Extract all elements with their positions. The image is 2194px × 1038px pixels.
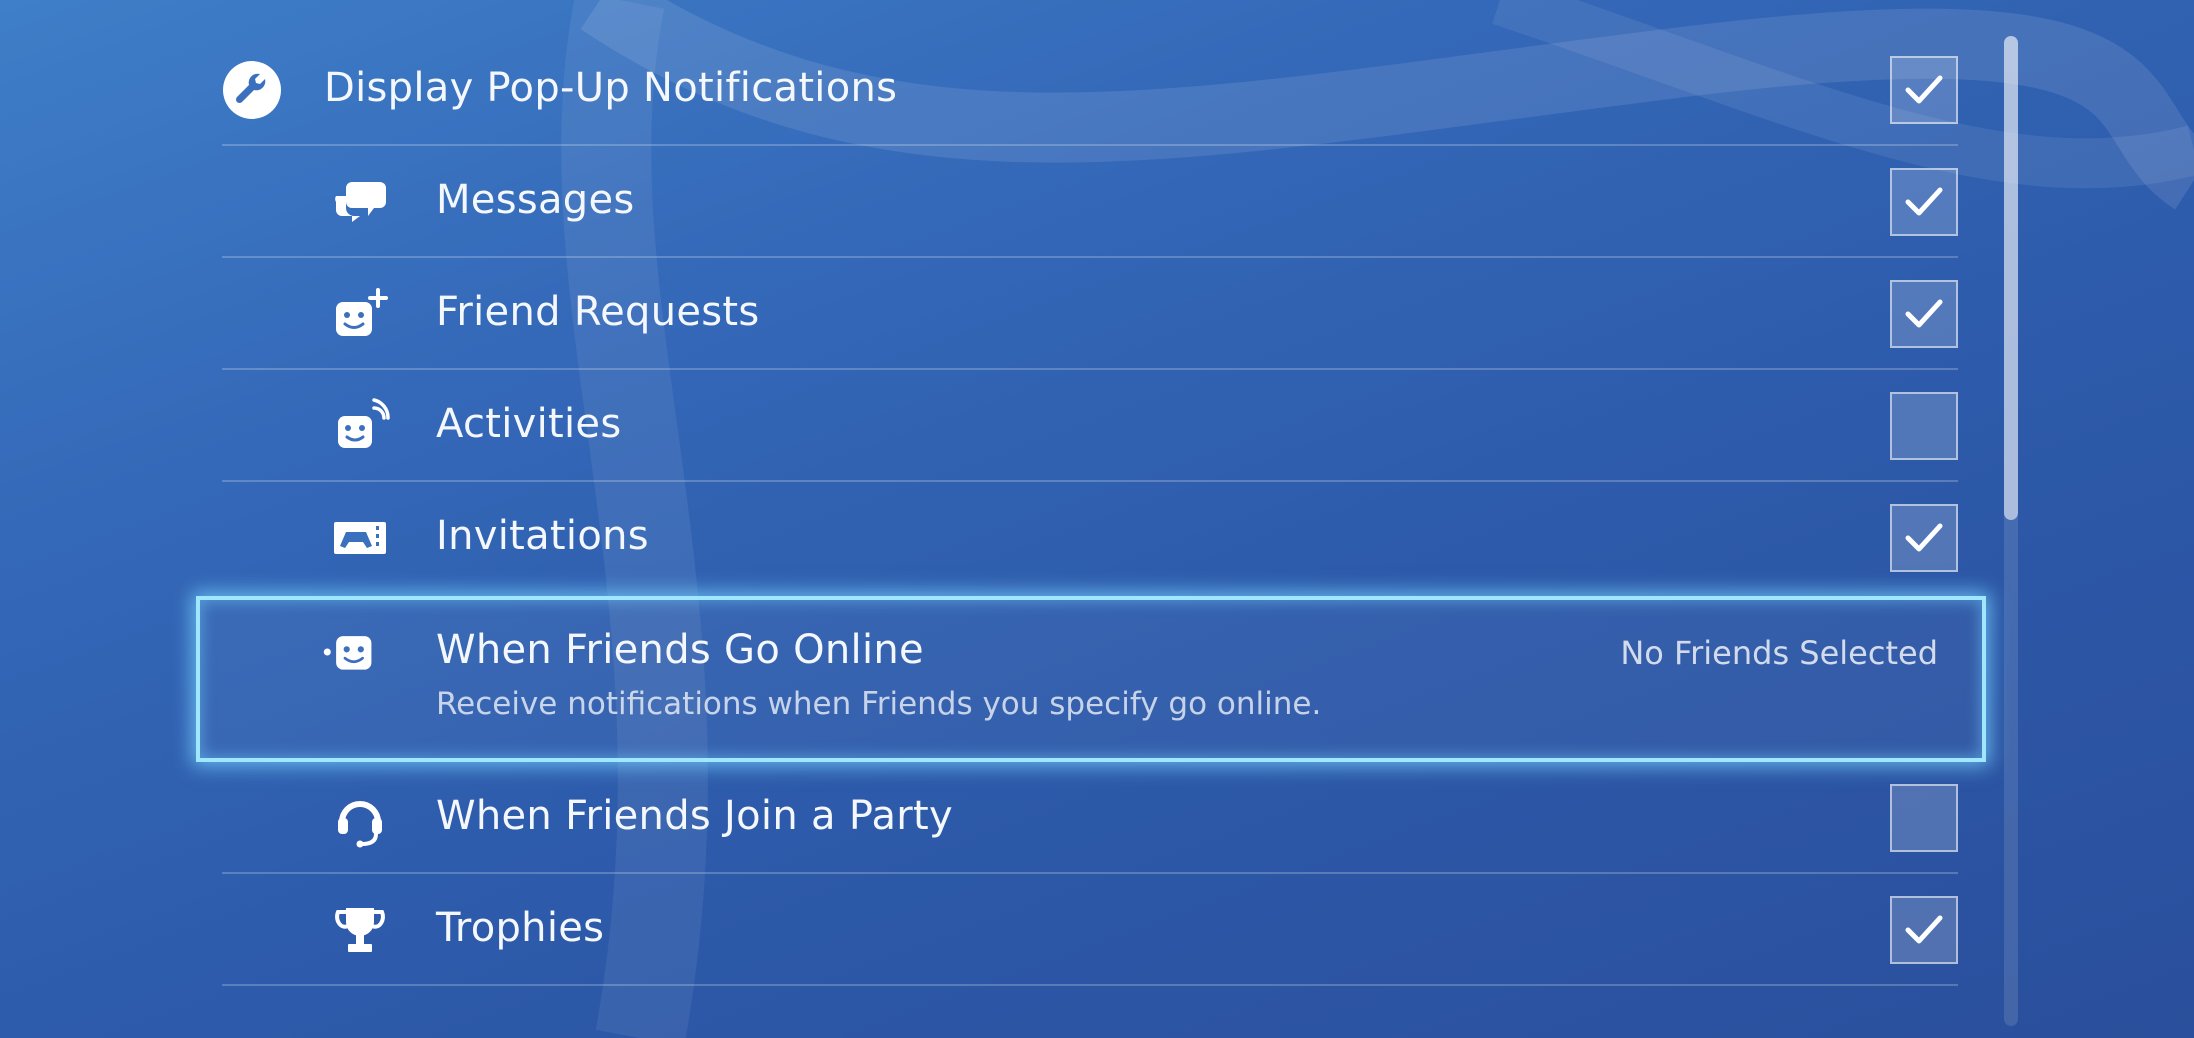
checkbox-trophies[interactable] <box>1890 896 1958 964</box>
wrench-icon <box>222 60 282 120</box>
setting-label: Messages <box>436 177 635 223</box>
setting-label: When Friends Go Online <box>436 627 924 673</box>
setting-when-friends-join-party[interactable]: When Friends Join a Party <box>222 762 1958 874</box>
setting-label: Display Pop-Up Notifications <box>324 65 898 111</box>
checkmark-icon <box>1905 915 1943 944</box>
setting-messages[interactable]: Messages <box>222 146 1958 258</box>
setting-invitations[interactable]: Invitations <box>222 482 1958 594</box>
setting-label: Trophies <box>436 905 605 951</box>
checkmark-icon <box>1905 187 1943 216</box>
friend-activity-icon <box>330 396 390 456</box>
setting-trophies[interactable]: Trophies <box>222 874 1958 986</box>
checkbox-messages[interactable] <box>1890 168 1958 236</box>
checkbox-activities[interactable] <box>1890 392 1958 460</box>
friend-online-icon <box>322 622 382 682</box>
setting-activities[interactable]: Activities <box>222 370 1958 482</box>
setting-description: Receive notifications when Friends you s… <box>436 686 1322 722</box>
scrollbar[interactable] <box>2004 36 2018 1026</box>
setting-display-popup-notifications[interactable]: Display Pop-Up Notifications <box>222 34 1958 146</box>
setting-label: Invitations <box>436 513 649 559</box>
setting-value: No Friends Selected <box>1620 634 1938 672</box>
setting-friend-requests[interactable]: Friend Requests <box>222 258 1958 370</box>
headset-icon <box>330 788 390 848</box>
setting-label: Friend Requests <box>436 289 760 335</box>
checkmark-icon <box>1905 299 1943 328</box>
trophy-icon <box>330 900 390 960</box>
checkmark-icon <box>1905 75 1943 104</box>
checkbox-when-friends-join-party[interactable] <box>1890 784 1958 852</box>
setting-label: When Friends Join a Party <box>436 793 953 839</box>
checkbox-display-popup-notifications[interactable] <box>1890 56 1958 124</box>
setting-label: Activities <box>436 401 622 447</box>
scrollbar-thumb[interactable] <box>2004 36 2018 520</box>
checkmark-icon <box>1905 523 1943 552</box>
speech-bubbles-icon <box>330 172 390 232</box>
setting-when-friends-go-online[interactable]: When Friends Go Online No Friends Select… <box>222 596 1958 762</box>
row-divider <box>222 984 1958 986</box>
checkbox-friend-requests[interactable] <box>1890 280 1958 348</box>
game-invite-icon <box>330 508 390 568</box>
friend-add-icon <box>330 284 390 344</box>
checkbox-invitations[interactable] <box>1890 504 1958 572</box>
